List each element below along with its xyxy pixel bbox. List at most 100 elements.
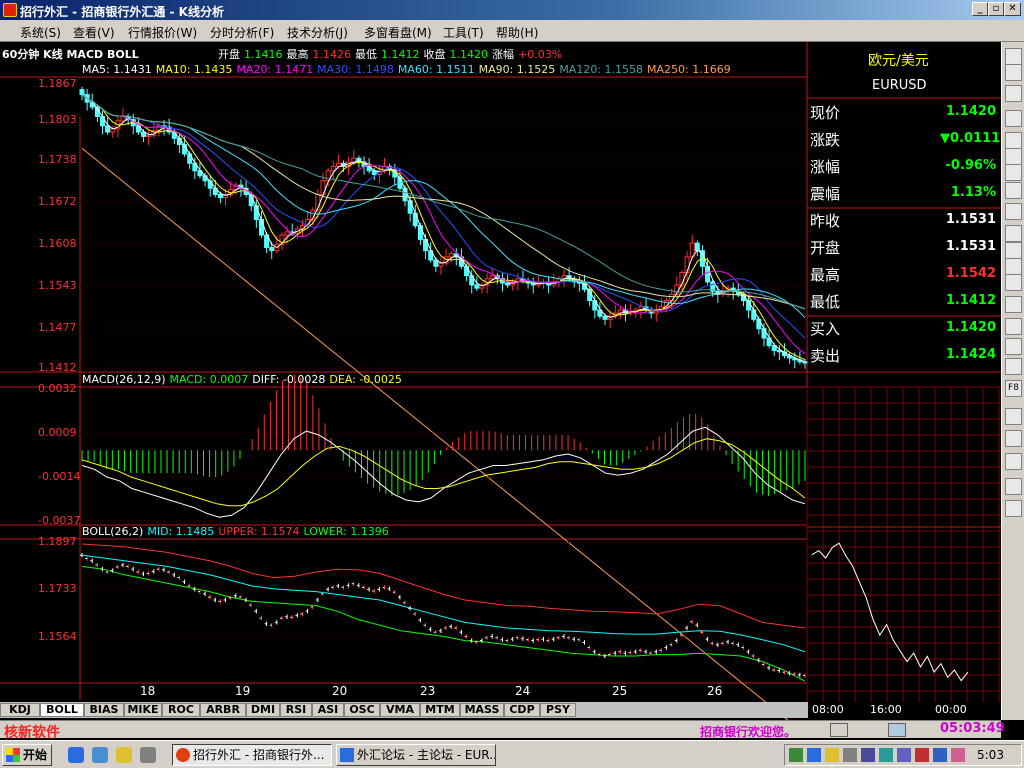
- move-icon[interactable]: [1005, 64, 1022, 81]
- trend-icon[interactable]: [1005, 242, 1022, 259]
- pair-symbol: EURUSD: [872, 78, 927, 93]
- tray-icon-1[interactable]: [789, 748, 803, 762]
- app-icon: [3, 3, 17, 17]
- browser-icon: [340, 748, 354, 762]
- candle-body: [438, 262, 444, 267]
- tab-mtm[interactable]: MTM: [420, 703, 460, 717]
- menu-tools[interactable]: 工具(T): [443, 24, 484, 41]
- edit-icon[interactable]: [1005, 430, 1022, 447]
- date-label: 23: [420, 684, 436, 698]
- tray-icon-10[interactable]: [951, 748, 965, 762]
- date-label: 19: [235, 684, 251, 698]
- left-arrow-icon[interactable]: [1005, 110, 1022, 127]
- task-forum[interactable]: 外汇论坛 - 主论坛 - EUR...: [336, 744, 496, 766]
- quote-row-label: 震幅: [810, 185, 841, 203]
- price-axis-label: 1.1672: [38, 195, 77, 208]
- menu-timeshare[interactable]: 分时分析(F): [210, 24, 274, 41]
- status-bar: 核新软件 招商银行欢迎您。 05:03:49: [0, 720, 1005, 741]
- task-fx-app[interactable]: 招行外汇 - 招商银行外...: [172, 744, 332, 766]
- bar-chart-icon[interactable]: [1005, 85, 1022, 102]
- zoom-in-icon[interactable]: [1005, 48, 1022, 65]
- tab-psy[interactable]: PSY: [540, 703, 576, 717]
- boll-name: BOLL(26,2): [82, 525, 144, 538]
- warning-icon[interactable]: [1005, 453, 1022, 470]
- toggle-icon[interactable]: [1005, 296, 1022, 313]
- magnifier-icon[interactable]: [1005, 500, 1022, 517]
- tab-dmi[interactable]: DMI: [246, 703, 280, 717]
- tab-cdp[interactable]: CDP: [504, 703, 540, 717]
- media-icon[interactable]: [140, 747, 156, 763]
- boll-axis-label: 1.1733: [38, 582, 77, 595]
- menu-system[interactable]: 系统(S): [20, 24, 61, 41]
- tab-vma[interactable]: VMA: [380, 703, 420, 717]
- tab-osc[interactable]: OSC: [344, 703, 380, 717]
- close-button[interactable]: ✕: [1004, 2, 1021, 16]
- candle-body: [433, 259, 439, 267]
- circle-icon[interactable]: [1005, 478, 1022, 495]
- price-axis-label: 1.1477: [38, 321, 77, 334]
- menu-help[interactable]: 帮助(H): [496, 24, 538, 41]
- restore-button[interactable]: ▫: [988, 2, 1004, 16]
- candle-body: [269, 247, 275, 252]
- tray-icon-5[interactable]: [861, 748, 875, 762]
- stats-icon[interactable]: [1005, 203, 1022, 220]
- tray-icon-6[interactable]: [879, 748, 893, 762]
- tray-icon-4[interactable]: [843, 748, 857, 762]
- menu-technical[interactable]: 技术分析(J): [287, 24, 348, 41]
- time-axis-label: 16:00: [870, 703, 902, 716]
- clipboard-icon[interactable]: [1005, 132, 1022, 149]
- window-icon[interactable]: [1005, 318, 1022, 335]
- date-label: 25: [612, 684, 628, 698]
- date-label: 20: [332, 684, 348, 698]
- news-icon[interactable]: [1005, 258, 1022, 275]
- f8-icon[interactable]: F8: [1005, 380, 1022, 397]
- quote-value-0: 1.1416: [244, 48, 283, 61]
- tab-roc[interactable]: ROC: [162, 703, 200, 717]
- ma-legend-6: MA120: 1.1558: [559, 63, 644, 76]
- calc-icon[interactable]: [1005, 358, 1022, 375]
- tab-boll[interactable]: BOLL: [40, 703, 84, 717]
- quote-label-4: 涨幅: [492, 48, 514, 61]
- ie-icon[interactable]: [68, 747, 84, 763]
- tray-icon-2[interactable]: [807, 748, 821, 762]
- tray-icon-3[interactable]: [825, 748, 839, 762]
- grid-icon[interactable]: [1005, 164, 1022, 181]
- tray-clock: 5:03: [977, 748, 1004, 762]
- tab-asi[interactable]: ASI: [312, 703, 344, 717]
- menu-quotes[interactable]: 行情报价(W): [128, 24, 197, 41]
- ma-legend-5: MA90: 1.1525: [478, 63, 556, 76]
- tray-icon-7[interactable]: [897, 748, 911, 762]
- minimize-button[interactable]: _: [972, 2, 988, 16]
- calendar-icon[interactable]: [1005, 274, 1022, 291]
- ma-line-2: [81, 94, 806, 355]
- print-icon[interactable]: [1005, 408, 1022, 425]
- price-axis-label: 1.1803: [38, 113, 77, 126]
- chart-up-icon[interactable]: [1005, 225, 1022, 242]
- tab-kdj[interactable]: KDJ: [0, 703, 40, 717]
- tray-icon-8[interactable]: [915, 748, 929, 762]
- start-button[interactable]: 开始: [2, 744, 52, 766]
- tab-mike[interactable]: MIKE: [124, 703, 162, 717]
- candle-body: [330, 165, 336, 172]
- quote-label-2: 最低: [355, 48, 377, 61]
- search-icon[interactable]: [116, 747, 132, 763]
- tab-rsi[interactable]: RSI: [280, 703, 312, 717]
- tab-mass[interactable]: MASS: [460, 703, 504, 717]
- tab-bias[interactable]: BIAS: [84, 703, 124, 717]
- ma-legend-1: MA10: 1.1435: [155, 63, 233, 76]
- boll-item-1: UPPER: 1.1574: [218, 525, 300, 538]
- explorer-icon[interactable]: [92, 747, 108, 763]
- tab-arbr[interactable]: ARBR: [200, 703, 246, 717]
- quote-row-value: -0.96%: [945, 158, 997, 173]
- macd-item-2: DEA: -0.0025: [329, 373, 402, 386]
- menu-multiwindow[interactable]: 多窗看盘(M): [364, 24, 432, 41]
- macd-item-0: MACD: 0.0007: [169, 373, 249, 386]
- table-icon[interactable]: [1005, 182, 1022, 199]
- ma-line-3: [81, 94, 806, 339]
- list-icon[interactable]: [1005, 148, 1022, 165]
- quote-value-3: 1.1420: [449, 48, 489, 61]
- clock-display: 05:03:49: [940, 721, 1005, 736]
- tray-icon-9[interactable]: [933, 748, 947, 762]
- menu-view[interactable]: 查看(V): [73, 24, 115, 41]
- layout-icon[interactable]: [1005, 338, 1022, 355]
